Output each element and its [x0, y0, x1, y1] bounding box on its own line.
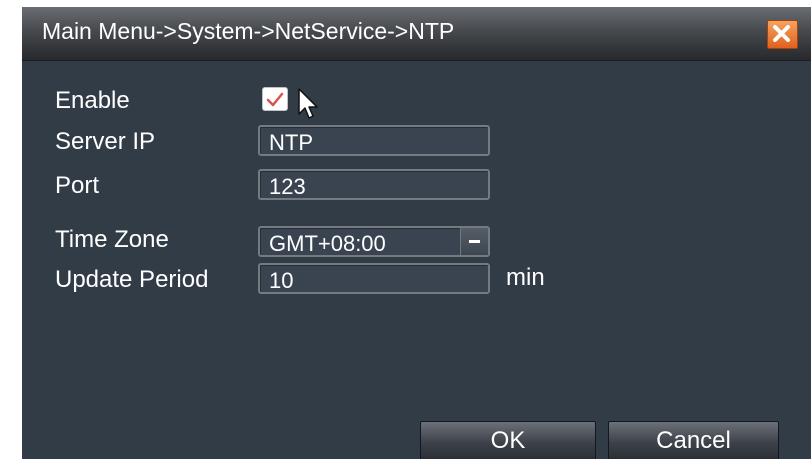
- time-zone-dropdown-button[interactable]: [460, 228, 488, 255]
- ok-button[interactable]: OK: [420, 421, 596, 459]
- update-period-input[interactable]: 10: [258, 263, 490, 294]
- chevron-down-icon: [469, 240, 480, 243]
- server-ip-input[interactable]: NTP: [258, 125, 490, 156]
- ntp-dialog: Main Menu->System->NetService->NTP Enabl…: [22, 7, 811, 459]
- update-period-value: 10: [269, 268, 294, 293]
- port-input[interactable]: 123: [258, 169, 490, 200]
- server-ip-value: NTP: [269, 130, 313, 155]
- close-icon: [773, 25, 790, 42]
- dialog-title: Main Menu->System->NetService->NTP: [42, 18, 455, 44]
- time-zone-value: GMT+08:00: [269, 231, 386, 256]
- mouse-cursor-icon: [298, 88, 318, 119]
- enable-checkbox[interactable]: [262, 87, 288, 111]
- update-period-label: Update Period: [55, 266, 209, 293]
- time-zone-select[interactable]: GMT+08:00: [258, 226, 490, 257]
- time-zone-label: Time Zone: [55, 226, 169, 253]
- checkmark-icon: [266, 92, 284, 107]
- cancel-button[interactable]: Cancel: [608, 421, 779, 459]
- close-button[interactable]: [767, 20, 798, 49]
- server-ip-label: Server IP: [55, 128, 156, 155]
- port-value: 123: [269, 174, 306, 199]
- title-bar: Main Menu->System->NetService->NTP: [22, 7, 811, 61]
- update-period-unit: min: [506, 264, 545, 291]
- enable-label: Enable: [55, 87, 130, 114]
- port-label: Port: [55, 172, 100, 199]
